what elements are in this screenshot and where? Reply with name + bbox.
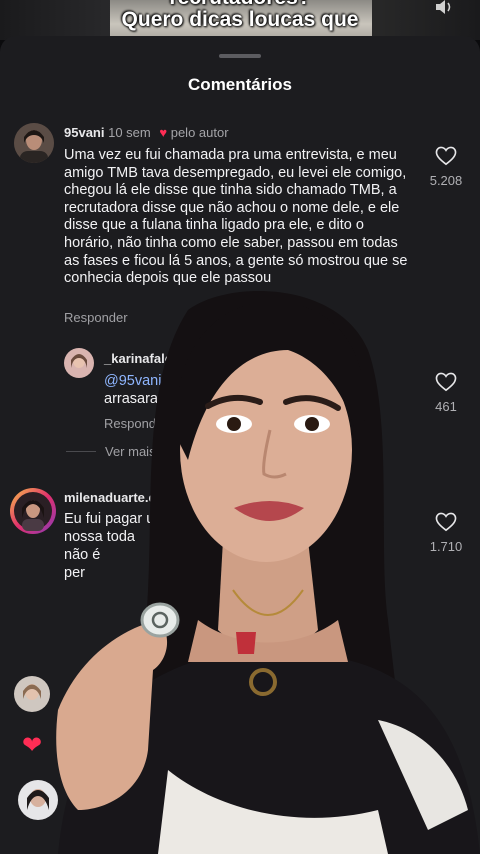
drag-handle[interactable] bbox=[219, 54, 261, 58]
comment-meta: 95vani 10 sem ♥ pelo autor bbox=[64, 125, 229, 140]
comment-time: 10 sem bbox=[108, 125, 151, 140]
sheet-title: Comentários bbox=[188, 75, 292, 94]
like-count: 5.208 bbox=[429, 173, 463, 188]
avatar-photo bbox=[14, 676, 50, 712]
heart-outline-icon bbox=[435, 146, 457, 166]
video-preview[interactable]: recrutadores? Quero dicas loucas que bbox=[0, 0, 480, 40]
avatar[interactable] bbox=[14, 676, 50, 712]
avatar-photo bbox=[14, 123, 54, 163]
comment-username[interactable]: 95vani bbox=[64, 125, 104, 140]
heart-emoji-icon: ❤ bbox=[22, 732, 43, 759]
like-button[interactable]: 5.208 bbox=[416, 146, 476, 188]
creator-video-overlay[interactable] bbox=[48, 290, 480, 854]
volume-icon[interactable] bbox=[434, 0, 454, 16]
liked-by-author-heart-icon: ♥ bbox=[159, 125, 168, 140]
comment-text: Uma vez eu fui chamada pra uma entrevist… bbox=[64, 147, 408, 287]
video-caption-line-2: Quero dicas loucas que bbox=[121, 8, 359, 31]
author-badge: pelo autor bbox=[170, 125, 229, 140]
avatar[interactable] bbox=[14, 123, 54, 163]
